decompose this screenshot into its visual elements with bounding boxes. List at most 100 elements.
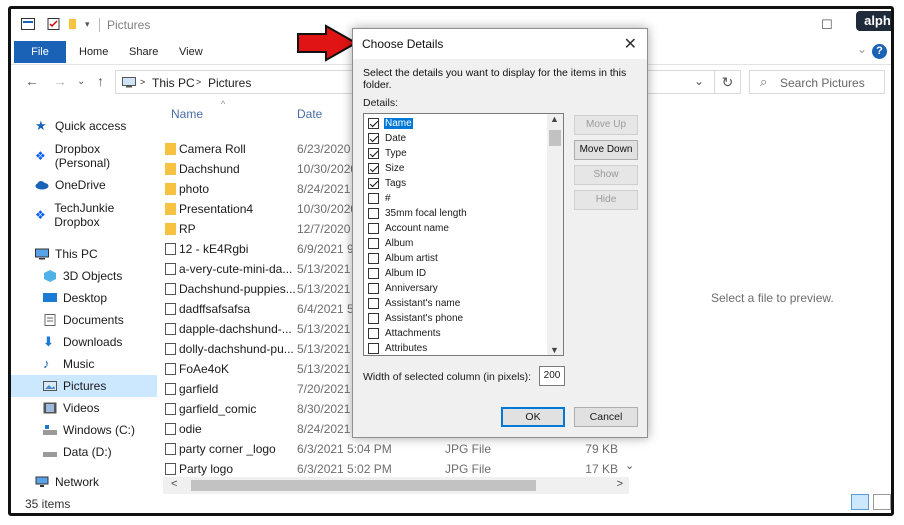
detail-checkbox[interactable] (368, 298, 379, 309)
detail-checkbox[interactable] (368, 283, 379, 294)
breadcrumb-this-pc[interactable]: This PC (152, 76, 195, 90)
sidebar-item-quick-access[interactable]: ★ Quick access (11, 115, 157, 137)
detail-item[interactable]: 35mm focal length (368, 206, 548, 221)
maximize-icon[interactable]: ☐ (821, 17, 833, 33)
detail-item[interactable]: Account name (368, 221, 548, 236)
detail-checkbox[interactable] (368, 193, 379, 204)
close-icon[interactable]: ✕ (624, 34, 637, 54)
file-name: garfield_comic (179, 402, 257, 416)
sidebar-item-pictures[interactable]: Pictures (11, 375, 157, 397)
scroll-left-icon[interactable]: < (171, 478, 177, 490)
scroll-down-icon[interactable]: ⌄ (625, 459, 634, 472)
file-name: garfield (179, 382, 219, 396)
ok-button[interactable]: OK (501, 407, 565, 427)
horizontal-scrollbar[interactable]: < > (163, 477, 629, 494)
detail-checkbox[interactable] (368, 313, 379, 324)
sidebar-item-windows-c[interactable]: Windows (C:) (11, 419, 157, 441)
detail-item[interactable]: Attributes (368, 341, 548, 355)
sidebar-item-downloads[interactable]: ⬇ Downloads (11, 331, 157, 353)
cancel-button[interactable]: Cancel (574, 407, 638, 427)
dialog-title: Choose Details (362, 37, 444, 51)
detail-item[interactable]: Album (368, 236, 548, 251)
detail-item[interactable]: Date (368, 131, 548, 146)
sidebar-item-3d-objects[interactable]: 3D Objects (11, 265, 157, 287)
back-icon[interactable]: ← (25, 73, 39, 89)
detail-checkbox[interactable] (368, 343, 379, 354)
sidebar-item-music[interactable]: ♪ Music (11, 353, 157, 375)
qat-dropdown-icon[interactable]: ▾ (85, 19, 90, 30)
sidebar-item-desktop[interactable]: Desktop (11, 287, 157, 309)
detail-item[interactable]: Tags (368, 176, 548, 191)
sidebar-item-network[interactable]: Network (11, 471, 157, 493)
detail-checkbox[interactable] (368, 328, 379, 339)
detail-checkbox[interactable] (368, 178, 379, 189)
column-header-name[interactable]: Name (171, 107, 203, 121)
properties-icon[interactable] (47, 18, 61, 30)
detail-item[interactable]: Album ID (368, 266, 548, 281)
forward-icon[interactable]: → (53, 73, 67, 89)
sidebar-item-onedrive[interactable]: OneDrive (11, 174, 157, 196)
dropbox-icon: ❖ (35, 208, 46, 222)
help-icon[interactable]: ? (872, 44, 887, 59)
breadcrumb-pictures[interactable]: Pictures (208, 76, 251, 90)
detail-checkbox[interactable] (368, 223, 379, 234)
music-icon: ♪ (43, 356, 50, 371)
detail-item[interactable]: Anniversary (368, 281, 548, 296)
search-input[interactable]: ⌕ Search Pictures (749, 70, 885, 94)
detail-checkbox[interactable] (368, 118, 379, 129)
tab-home[interactable]: Home (79, 46, 108, 58)
image-file-icon (165, 263, 176, 275)
file-tab[interactable]: File (14, 41, 66, 63)
sidebar-item-data-d[interactable]: Data (D:) (11, 441, 157, 463)
details-view-icon[interactable] (851, 494, 869, 510)
tab-view[interactable]: View (179, 46, 203, 58)
detail-checkbox[interactable] (368, 148, 379, 159)
file-row[interactable]: party corner _logo 6/3/2021 5:04 PM JPG Fi… (161, 439, 621, 459)
show-button[interactable]: Show (574, 165, 638, 185)
large-icons-view-icon[interactable] (873, 494, 891, 510)
up-icon[interactable]: ↑ (97, 73, 104, 89)
detail-item[interactable]: Type (368, 146, 548, 161)
details-listbox[interactable]: Name Date Type Size Tags #35mm focal length Ac… (363, 113, 564, 356)
detail-item[interactable]: Name (368, 116, 548, 131)
detail-item[interactable]: Assistant's name (368, 296, 548, 311)
scroll-right-icon[interactable]: > (617, 478, 623, 490)
detail-checkbox[interactable] (368, 208, 379, 219)
detail-item[interactable]: Assistant's phone (368, 311, 548, 326)
tab-share[interactable]: Share (129, 46, 158, 58)
file-row[interactable]: Party logo 6/3/2021 5:02 PM JPG File 17 KB (161, 459, 621, 479)
detail-checkbox[interactable] (368, 253, 379, 264)
new-folder-icon[interactable] (67, 18, 81, 30)
scroll-down-icon[interactable]: ▼ (550, 345, 559, 355)
detail-item[interactable]: Attachments (368, 326, 548, 341)
detail-checkbox[interactable] (368, 238, 379, 249)
scrollbar-thumb[interactable] (191, 480, 536, 491)
sidebar-item-videos[interactable]: Videos (11, 397, 157, 419)
image-file-icon (165, 443, 176, 455)
sidebar-item-this-pc[interactable]: This PC (11, 243, 157, 265)
sidebar-item-documents[interactable]: Documents (11, 309, 157, 331)
scroll-up-icon[interactable]: ▲ (550, 114, 559, 124)
hide-button[interactable]: Hide (574, 190, 638, 210)
address-dropdown-icon[interactable]: ⌄ (694, 74, 704, 88)
sidebar-item-techjunkie-dropbox[interactable]: ❖ TechJunkie Dropbox (11, 201, 157, 229)
column-width-input[interactable]: 200 (539, 366, 565, 386)
detail-checkbox[interactable] (368, 133, 379, 144)
file-date: 12/7/2020 3 (297, 222, 361, 236)
detail-checkbox[interactable] (368, 268, 379, 279)
move-up-button[interactable]: Move Up (574, 115, 638, 135)
detail-item[interactable]: Album artist (368, 251, 548, 266)
breadcrumb-separator: > (196, 77, 202, 87)
ribbon-expand-icon[interactable]: ⌄ (857, 42, 867, 56)
detail-item[interactable]: # (368, 191, 548, 206)
scrollbar-thumb[interactable] (549, 130, 561, 146)
refresh-icon[interactable]: ↻ (715, 70, 741, 94)
detail-checkbox[interactable] (368, 163, 379, 174)
column-header-date[interactable]: Date (297, 107, 322, 121)
sidebar-item-dropbox-personal[interactable]: ❖ Dropbox (Personal) (11, 142, 157, 170)
detail-item[interactable]: Size (368, 161, 548, 176)
move-down-button[interactable]: Move Down (574, 140, 638, 160)
details-scrollbar[interactable]: ▲ ▼ (547, 114, 563, 355)
recent-dropdown-icon[interactable]: ⌄ (77, 76, 85, 87)
sidebar-item-label: Data (D:) (63, 445, 112, 459)
